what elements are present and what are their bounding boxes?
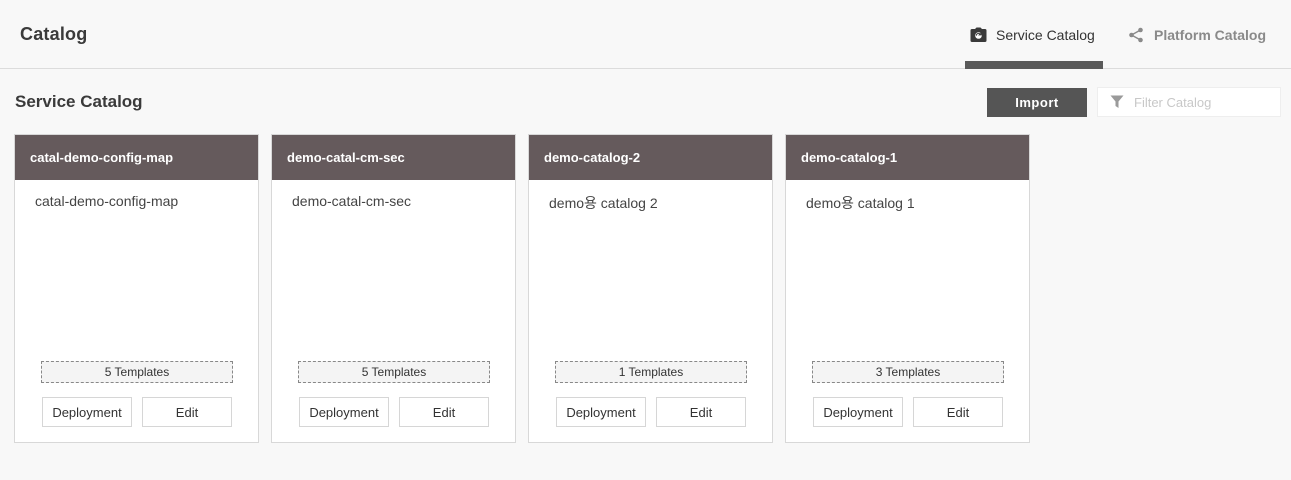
catalog-card-title[interactable]: demo-catalog-1 [786,135,1029,180]
tab-service-catalog[interactable]: Service Catalog [965,0,1103,69]
templates-count-badge[interactable]: 3 Templates [812,361,1004,383]
page-title: Catalog [20,24,88,44]
tab-platform-catalog-label: Platform Catalog [1154,26,1267,43]
edit-button[interactable]: Edit [142,397,232,427]
top-header: Catalog Service Catalog Platform Catalog [0,0,1291,69]
filter-icon [1110,95,1124,109]
catalog-card: catal-demo-config-map catal-demo-config-… [14,134,259,443]
deployment-button[interactable]: Deployment [556,397,646,427]
filter-field[interactable] [1097,87,1281,117]
catalog-card-title[interactable]: catal-demo-config-map [15,135,258,180]
import-button[interactable]: Import [987,88,1087,117]
active-tab-indicator [965,61,1103,69]
templates-count-badge[interactable]: 5 Templates [41,361,233,383]
catalog-card: demo-catal-cm-sec demo-catal-cm-sec 5 Te… [271,134,516,443]
templates-count-badge[interactable]: 5 Templates [298,361,490,383]
tab-service-catalog-label: Service Catalog [996,26,1095,43]
tab-platform-catalog[interactable]: Platform Catalog [1127,0,1266,69]
edit-button[interactable]: Edit [913,397,1003,427]
catalog-card-description: demo용 catalog 1 [806,195,915,211]
edit-button[interactable]: Edit [656,397,746,427]
catalog-card: demo-catalog-1 demo용 catalog 1 3 Templat… [785,134,1030,443]
catalog-card-title[interactable]: demo-catal-cm-sec [272,135,515,180]
catalog-card-description: demo용 catalog 2 [549,195,658,211]
catalog-card: demo-catalog-2 demo용 catalog 2 1 Templat… [528,134,773,443]
catalog-card-description: catal-demo-config-map [35,193,179,209]
deployment-button[interactable]: Deployment [813,397,903,427]
camera-icon [969,26,987,44]
catalog-card-description: demo-catal-cm-sec [292,193,412,209]
deployment-button[interactable]: Deployment [299,397,389,427]
templates-count-badge[interactable]: 1 Templates [555,361,747,383]
edit-button[interactable]: Edit [399,397,489,427]
section-title: Service Catalog [15,92,143,111]
filter-catalog-input[interactable] [1134,94,1274,110]
catalog-card-title[interactable]: demo-catalog-2 [529,135,772,180]
deployment-button[interactable]: Deployment [42,397,132,427]
share-icon [1127,26,1145,44]
